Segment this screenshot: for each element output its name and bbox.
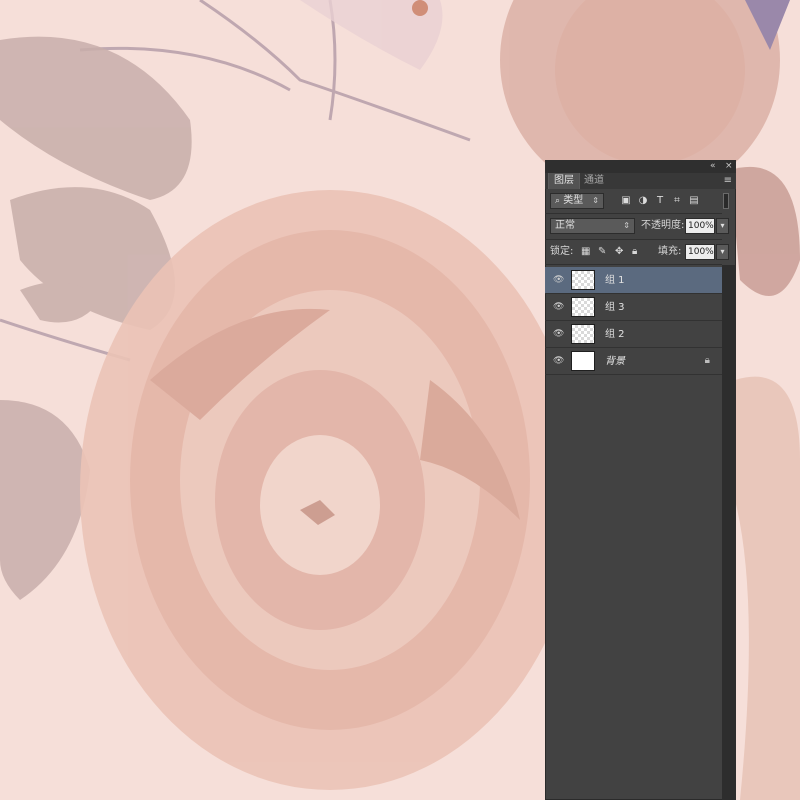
- filter-kind-dropdown[interactable]: ⌕ 类型 ⇕: [550, 193, 604, 209]
- fill-label: 填充:: [658, 246, 682, 257]
- layer-name: 组 3: [605, 302, 625, 313]
- layer-row-group-2[interactable]: 👁︎ 组 2: [545, 321, 722, 348]
- tab-layers[interactable]: 图层: [548, 173, 580, 189]
- tab-channels[interactable]: 通道: [579, 173, 609, 189]
- fill-field[interactable]: 100%: [685, 244, 715, 260]
- layer-row-background[interactable]: 👁︎ 背景 🔒︎: [545, 348, 722, 375]
- collapse-icon[interactable]: «: [710, 160, 716, 173]
- panel-title-bar: « ×: [545, 160, 736, 173]
- search-icon: ⌕: [555, 196, 561, 206]
- layer-thumbnail: [571, 324, 595, 344]
- fill-dropdown-button[interactable]: ▾: [716, 244, 729, 260]
- layer-thumbnail: [571, 297, 595, 317]
- type-filter-icon[interactable]: T: [654, 195, 666, 206]
- image-filter-icon[interactable]: ▣: [620, 195, 632, 206]
- layers-panel: « × 图层 通道 ≡ ⌕ 类型 ⇕ ▣ ◑ T ⌗ ▤ 正常 ⇕ 不透明度: …: [545, 160, 736, 800]
- lock-position-icon[interactable]: ✥: [615, 246, 623, 258]
- chevron-updown-icon: ⇕: [592, 196, 599, 205]
- filter-toggle[interactable]: [723, 193, 729, 209]
- layer-thumbnail: [571, 351, 595, 371]
- lock-all-icon[interactable]: 🔒︎: [632, 246, 637, 258]
- layer-name: 背景: [605, 356, 625, 367]
- eye-icon[interactable]: 👁︎: [553, 275, 564, 285]
- layer-thumbnail: [571, 270, 595, 290]
- panel-menu-icon[interactable]: ≡: [724, 175, 732, 186]
- adjustment-filter-icon[interactable]: ◑: [637, 195, 649, 206]
- layer-row-group-3[interactable]: 👁︎ 组 3: [545, 294, 722, 321]
- panel-tab-row: 图层 通道 ≡: [545, 173, 736, 189]
- lock-label: 锁定:: [550, 246, 574, 257]
- opacity-field[interactable]: 100%: [685, 218, 715, 234]
- chevron-updown-icon: ⇕: [623, 221, 630, 230]
- layers-scrollbar[interactable]: [722, 265, 736, 800]
- eye-icon[interactable]: 👁︎: [553, 356, 564, 366]
- layer-name: 组 2: [605, 329, 625, 340]
- eye-icon[interactable]: 👁︎: [553, 302, 564, 312]
- close-icon[interactable]: ×: [725, 160, 733, 173]
- blend-mode-dropdown[interactable]: 正常 ⇕: [550, 218, 635, 234]
- lock-icon: 🔒︎: [704, 355, 710, 366]
- smart-object-filter-icon[interactable]: ▤: [688, 195, 700, 206]
- layer-name: 组 1: [605, 275, 625, 286]
- lock-image-pixels-icon[interactable]: ✎: [598, 246, 606, 258]
- opacity-label: 不透明度:: [641, 220, 685, 231]
- eye-icon[interactable]: 👁︎: [553, 329, 564, 339]
- lock-transparent-pixels-icon[interactable]: ▦: [581, 246, 590, 258]
- layer-row-group-1[interactable]: 👁︎ 组 1: [545, 267, 722, 294]
- shape-filter-icon[interactable]: ⌗: [671, 195, 683, 206]
- opacity-dropdown-button[interactable]: ▾: [716, 218, 729, 234]
